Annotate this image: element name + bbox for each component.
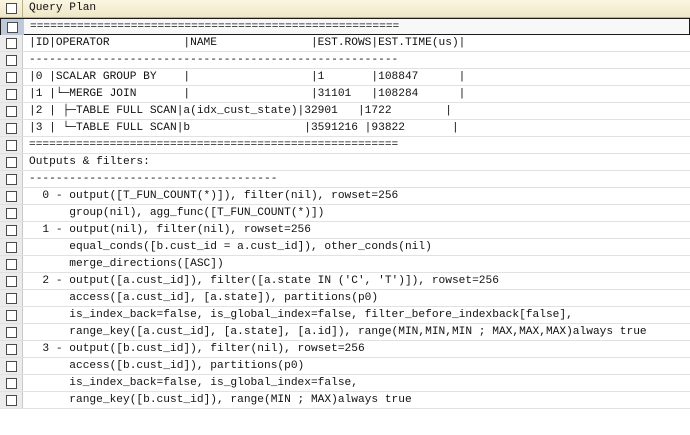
select-all-cell[interactable]	[0, 0, 23, 17]
row-text: group(nil), agg_func([T_FUN_COUNT(*)])	[29, 207, 325, 219]
row-text: equal_conds([b.cust_id = a.cust_id]), ot…	[29, 241, 432, 253]
table-row[interactable]: Outputs & filters:	[0, 154, 690, 171]
row-checkbox[interactable]	[6, 191, 17, 202]
row-checkbox[interactable]	[6, 106, 17, 117]
row-checkbox[interactable]	[6, 395, 17, 406]
table-row[interactable]: |ID|OPERATOR |NAME |EST.ROWS|EST.TIME(us…	[0, 35, 690, 52]
table-row[interactable]: 1 - output(nil), filter(nil), rowset=256	[0, 222, 690, 239]
row-checkbox[interactable]	[6, 361, 17, 372]
row-checkbox[interactable]	[7, 22, 18, 33]
table-row[interactable]: group(nil), agg_func([T_FUN_COUNT(*)])	[0, 205, 690, 222]
row-text: 1 - output(nil), filter(nil), rowset=256	[29, 224, 311, 236]
row-text: -------------------------------------	[29, 173, 278, 185]
row-text: merge_directions([ASC])	[29, 258, 224, 270]
row-checkbox[interactable]	[6, 310, 17, 321]
row-text: range_key([a.cust_id], [a.state], [a.id]…	[29, 326, 647, 338]
row-text: access([b.cust_id]), partitions(p0)	[29, 360, 305, 372]
row-text: 3 - output([b.cust_id]), filter(nil), ro…	[29, 343, 365, 355]
row-text: |1 |└─MERGE JOIN | |31101 |108284 |	[29, 88, 466, 100]
row-checkbox[interactable]	[6, 276, 17, 287]
row-checkbox[interactable]	[6, 174, 17, 185]
row-checkbox[interactable]	[6, 259, 17, 270]
table-row[interactable]: range_key([a.cust_id], [a.state], [a.id]…	[0, 324, 690, 341]
table-row[interactable]: is_index_back=false, is_global_index=fal…	[0, 307, 690, 324]
row-text: |3 | └─TABLE FULL SCAN|b |3591216 |93822…	[29, 122, 459, 134]
row-checkbox[interactable]	[6, 72, 17, 83]
query-plan-grid: Query Plan =============================…	[0, 0, 690, 435]
select-all-checkbox[interactable]	[6, 3, 17, 14]
table-row[interactable]: |3 | └─TABLE FULL SCAN|b |3591216 |93822…	[0, 120, 690, 137]
table-row[interactable]: equal_conds([b.cust_id = a.cust_id]), ot…	[0, 239, 690, 256]
row-text: |ID|OPERATOR |NAME |EST.ROWS|EST.TIME(us…	[29, 37, 466, 49]
row-text: 2 - output([a.cust_id]), filter([a.state…	[29, 275, 499, 287]
row-text: is_index_back=false, is_global_index=fal…	[29, 377, 358, 389]
table-row[interactable]: ========================================…	[0, 137, 690, 154]
row-text: range_key([b.cust_id]), range(MIN ; MAX)…	[29, 394, 412, 406]
row-text: |2 | ├─TABLE FULL SCAN|a(idx_cust_state)…	[29, 105, 452, 117]
row-text: access([a.cust_id], [a.state]), partitio…	[29, 292, 379, 304]
column-header-query-plan[interactable]: Query Plan	[29, 2, 96, 14]
table-row[interactable]: |2 | ├─TABLE FULL SCAN|a(idx_cust_state)…	[0, 103, 690, 120]
table-row[interactable]: |1 |└─MERGE JOIN | |31101 |108284 |	[0, 86, 690, 103]
row-checkbox[interactable]	[6, 208, 17, 219]
row-text: ----------------------------------------…	[29, 54, 399, 66]
grid-header: Query Plan	[0, 0, 690, 18]
table-row[interactable]: ----------------------------------------…	[0, 52, 690, 69]
row-checkbox[interactable]	[6, 327, 17, 338]
row-checkbox[interactable]	[6, 242, 17, 253]
row-checkbox[interactable]	[6, 378, 17, 389]
row-text: Outputs & filters:	[29, 156, 150, 168]
table-row[interactable]: merge_directions([ASC])	[0, 256, 690, 273]
table-row[interactable]: is_index_back=false, is_global_index=fal…	[0, 375, 690, 392]
table-row[interactable]: 2 - output([a.cust_id]), filter([a.state…	[0, 273, 690, 290]
row-checkbox[interactable]	[6, 55, 17, 66]
row-checkbox[interactable]	[6, 38, 17, 49]
row-checkbox[interactable]	[6, 344, 17, 355]
table-row[interactable]: 0 - output([T_FUN_COUNT(*)]), filter(nil…	[0, 188, 690, 205]
table-row[interactable]: 3 - output([b.cust_id]), filter(nil), ro…	[0, 341, 690, 358]
row-checkbox[interactable]	[6, 123, 17, 134]
row-text: ========================================…	[29, 139, 399, 151]
table-row[interactable]: -------------------------------------	[0, 171, 690, 188]
row-text: ========================================…	[30, 21, 400, 33]
row-checkbox[interactable]	[6, 157, 17, 168]
row-text: is_index_back=false, is_global_index=fal…	[29, 309, 573, 321]
table-row[interactable]: access([a.cust_id], [a.state]), partitio…	[0, 290, 690, 307]
table-row[interactable]: range_key([b.cust_id]), range(MIN ; MAX)…	[0, 392, 690, 409]
table-row[interactable]: access([b.cust_id]), partitions(p0)	[0, 358, 690, 375]
row-checkbox[interactable]	[6, 140, 17, 151]
row-checkbox[interactable]	[6, 225, 17, 236]
table-row[interactable]: ========================================…	[0, 18, 690, 35]
row-checkbox[interactable]	[6, 293, 17, 304]
row-checkbox[interactable]	[6, 89, 17, 100]
table-row[interactable]: |0 |SCALAR GROUP BY | |1 |108847 |	[0, 69, 690, 86]
row-text: |0 |SCALAR GROUP BY | |1 |108847 |	[29, 71, 466, 83]
row-text: 0 - output([T_FUN_COUNT(*)]), filter(nil…	[29, 190, 399, 202]
